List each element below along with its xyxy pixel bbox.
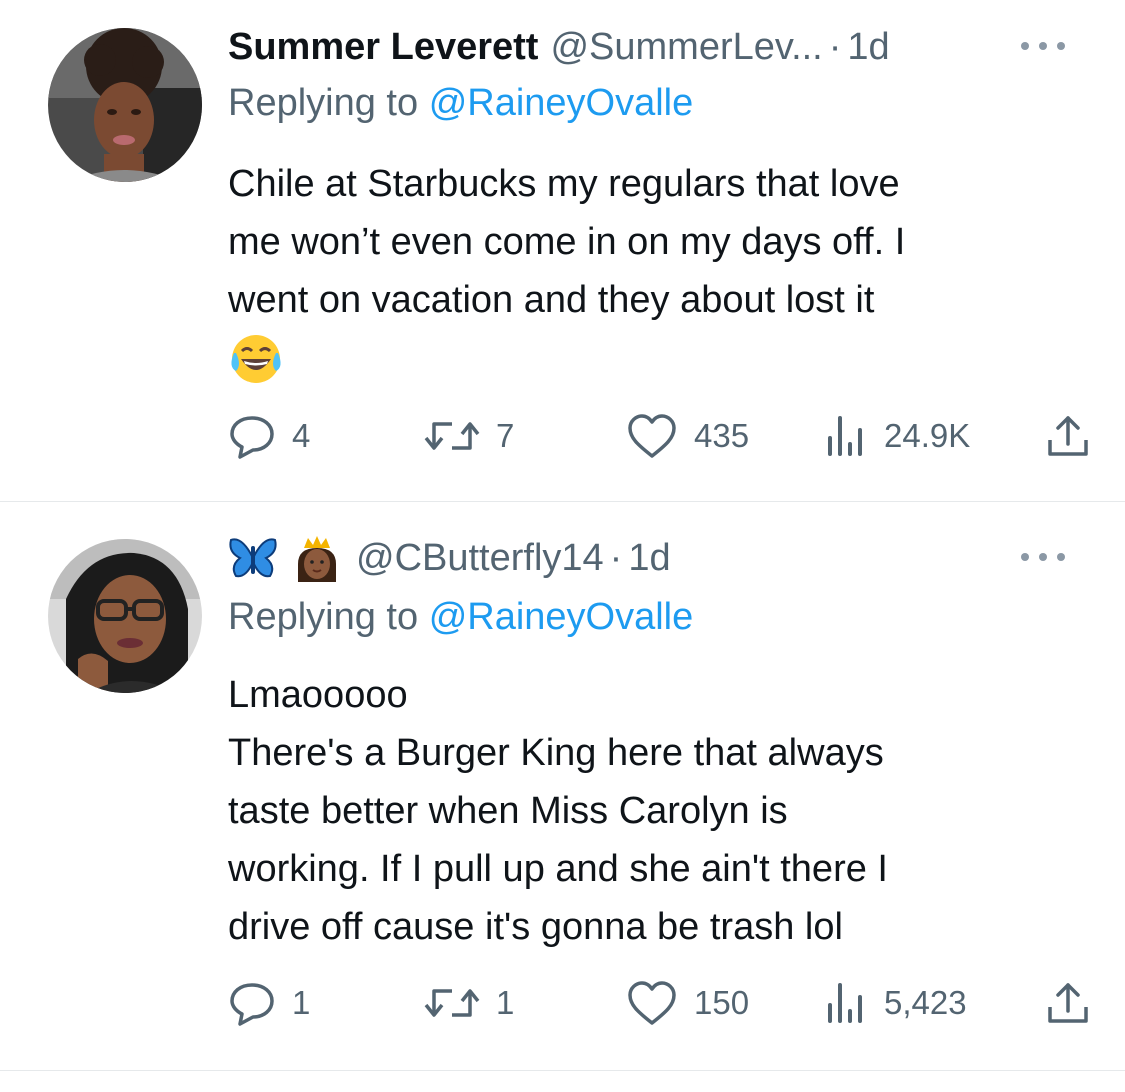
- retweet-count: 7: [496, 417, 515, 454]
- tweet-actions: 1 1 150 5,423: [228, 979, 1098, 1027]
- reply-tweet[interactable]: Summer Leverett @SummerLev... · 1d Reply…: [0, 0, 1125, 502]
- views-bar-chart-icon: [828, 983, 862, 1023]
- reply-count: 1: [292, 984, 311, 1021]
- display-name[interactable]: Summer Leverett: [228, 26, 538, 69]
- like-count: 435: [694, 417, 750, 454]
- tweet-text: Lmaooooo There's a Burger King here that…: [228, 666, 1068, 956]
- tweet-header: Summer Leverett @SummerLev... · 1d: [228, 22, 1085, 72]
- like-count: 150: [694, 984, 750, 1021]
- tweet-text-line: me won’t even come in on my days off. I: [228, 221, 906, 263]
- retweet-count: 1: [496, 984, 515, 1021]
- timestamp[interactable]: 1d: [847, 26, 889, 69]
- tweet-actions: 4 7 435 24.9K: [228, 412, 1098, 460]
- retweet-icon: [424, 422, 480, 450]
- tweet-text-line: Lmaooooo: [228, 674, 408, 716]
- more-dots-icon[interactable]: [1015, 537, 1071, 577]
- replying-prefix: Replying to: [228, 596, 419, 638]
- share-upload-icon: [1048, 983, 1088, 1023]
- share-upload-icon: [1048, 416, 1088, 456]
- heart-icon: [628, 414, 676, 458]
- reply-bubble-icon: [230, 416, 274, 459]
- replying-prefix: Replying to: [228, 82, 419, 124]
- share-button[interactable]: [1044, 979, 1092, 1027]
- separator-dot: ·: [609, 536, 623, 579]
- heart-icon: [628, 981, 676, 1025]
- views-button[interactable]: 5,423: [824, 979, 967, 1027]
- replying-to-handle-link[interactable]: @RaineyOvalle: [429, 596, 694, 638]
- replying-to-handle-link[interactable]: @RaineyOvalle: [429, 82, 694, 124]
- share-button[interactable]: [1044, 412, 1092, 460]
- tweet-text-line: drive off cause it's gonna be trash lol: [228, 906, 843, 948]
- avatar[interactable]: [48, 28, 202, 182]
- views-count: 24.9K: [884, 417, 971, 454]
- like-button[interactable]: 435: [626, 412, 749, 460]
- reply-tweet[interactable]: @CButterfly14 · 1d Replying to @RaineyOv…: [0, 503, 1125, 1071]
- tweet-text-line: There's a Burger King here that always: [228, 732, 884, 774]
- user-handle[interactable]: @SummerLev...: [550, 26, 822, 69]
- views-count: 5,423: [884, 984, 967, 1021]
- timestamp[interactable]: 1d: [628, 537, 670, 580]
- replying-to: Replying to @RaineyOvalle: [228, 596, 693, 639]
- tweet-text-line: taste better when Miss Carolyn is: [228, 790, 788, 832]
- tweet-text-line: went on vacation and they about lost it: [228, 279, 875, 321]
- tweet-header: @CButterfly14 · 1d: [228, 533, 1085, 583]
- reply-button[interactable]: 4: [228, 412, 310, 460]
- user-handle[interactable]: @CButterfly14: [356, 537, 604, 580]
- replying-to: Replying to @RaineyOvalle: [228, 82, 693, 125]
- retweet-button[interactable]: 1: [424, 979, 514, 1027]
- reply-button[interactable]: 1: [228, 979, 310, 1027]
- tweet-text-line: working. If I pull up and she ain't ther…: [228, 848, 888, 890]
- views-button[interactable]: 24.9K: [824, 412, 970, 460]
- retweet-button[interactable]: 7: [424, 412, 514, 460]
- like-button[interactable]: 150: [626, 979, 749, 1027]
- reply-count: 4: [292, 417, 311, 454]
- tweet-text-line: Chile at Starbucks my regulars that love: [228, 163, 900, 205]
- separator-dot: ·: [828, 25, 842, 68]
- blue-butterfly-emoji: [228, 534, 278, 582]
- reply-bubble-icon: [230, 983, 274, 1026]
- princess-emoji: [292, 534, 342, 582]
- tweet-text: Chile at Starbucks my regulars that love…: [228, 155, 1068, 404]
- retweet-icon: [424, 989, 480, 1017]
- face-with-tears-of-joy-emoji: [228, 331, 284, 387]
- avatar[interactable]: [48, 539, 202, 693]
- more-dots-icon[interactable]: [1015, 26, 1071, 66]
- views-bar-chart-icon: [828, 416, 862, 456]
